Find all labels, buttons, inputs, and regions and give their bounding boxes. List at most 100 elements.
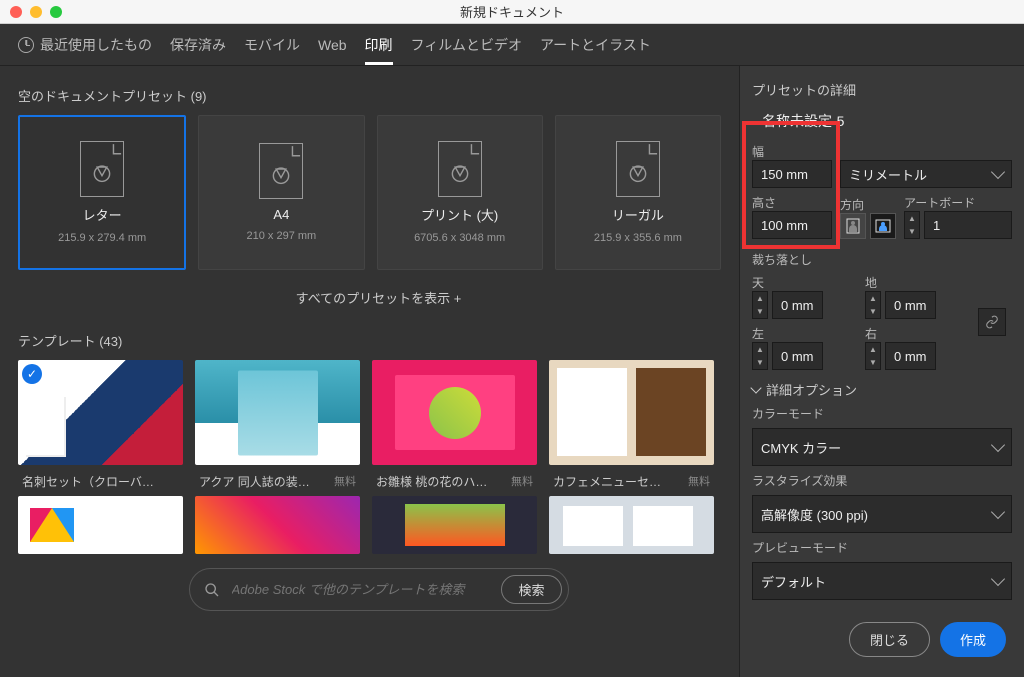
preset-legal-name: リーガル	[612, 205, 664, 224]
tab-film[interactable]: フィルムとビデオ	[411, 24, 522, 65]
stepper-up[interactable]: ▲	[753, 343, 767, 356]
template-card[interactable]: アクア 同人誌の装… 無料	[195, 360, 360, 492]
template-price: 無料	[511, 473, 533, 490]
orientation-label: 方向	[840, 196, 896, 213]
preview-label: プレビューモード	[752, 539, 1012, 556]
tab-print[interactable]: 印刷	[365, 24, 393, 65]
preset-a4[interactable]: A4 210 x 297 mm	[198, 115, 364, 270]
bleed-top-label: 天	[752, 274, 857, 291]
orientation-portrait-button[interactable]	[840, 213, 866, 239]
template-thumbnail	[195, 360, 360, 465]
preset-a4-dims: 210 x 297 mm	[247, 230, 317, 242]
stepper-down[interactable]: ▼	[866, 305, 880, 318]
preset-details-pane: プリセットの詳細 名称未設定-5 幅 150 mm ミリメートル 高さ 100 …	[739, 66, 1024, 677]
bleed-left-input[interactable]: 0 mm	[772, 342, 823, 370]
tab-recent[interactable]: 最近使用したもの	[18, 24, 152, 65]
stepper-down[interactable]: ▼	[866, 356, 880, 369]
preset-a4-name: A4	[273, 207, 289, 222]
advanced-options-toggle[interactable]: 詳細オプション	[752, 376, 1012, 399]
color-mode-select[interactable]: CMYK カラー	[752, 428, 1012, 466]
stepper-up[interactable]: ▲	[866, 292, 880, 305]
raster-label: ラスタライズ効果	[752, 472, 1012, 489]
template-price: 無料	[334, 473, 356, 490]
template-thumbnail	[372, 496, 537, 554]
artboard-label: アートボード	[904, 194, 1012, 211]
stepper-up[interactable]: ▲	[753, 292, 767, 305]
details-heading: プリセットの詳細	[752, 76, 1012, 105]
window-title: 新規ドキュメント	[0, 2, 1024, 21]
template-thumbnail: ✓	[18, 360, 183, 465]
preset-legal-dims: 215.9 x 355.6 mm	[594, 232, 682, 244]
chevron-down-icon	[750, 382, 761, 393]
category-tabs: 最近使用したもの 保存済み モバイル Web 印刷 フィルムとビデオ アートとイ…	[0, 24, 1024, 66]
raster-select[interactable]: 高解像度 (300 ppi)	[752, 495, 1012, 533]
tab-saved[interactable]: 保存済み	[170, 24, 226, 65]
stepper-down[interactable]: ▼	[753, 356, 767, 369]
template-name: アクア 同人誌の装…	[199, 473, 310, 490]
bleed-heading: 裁ち落とし	[752, 251, 1012, 268]
chevron-down-icon	[991, 572, 1005, 586]
tab-recent-label: 最近使用したもの	[40, 35, 152, 55]
link-bleed-button[interactable]	[978, 308, 1006, 336]
preset-letter-dims: 215.9 x 279.4 mm	[58, 232, 146, 244]
title-bar: 新規ドキュメント	[0, 0, 1024, 24]
unit-value: ミリメートル	[849, 165, 927, 184]
document-icon	[259, 143, 303, 199]
template-name: お雛様 桃の花のハ…	[376, 473, 487, 490]
preview-select[interactable]: デフォルト	[752, 562, 1012, 600]
view-all-presets-button[interactable]: すべてのプリセットを表示 +	[18, 270, 739, 325]
tab-mobile[interactable]: モバイル	[244, 24, 300, 65]
document-name[interactable]: 名称未設定-5	[762, 111, 844, 131]
template-card[interactable]: カフェメニューセ… 無料	[549, 360, 714, 492]
template-thumbnail	[195, 496, 360, 554]
stepper-up[interactable]: ▲	[905, 212, 919, 225]
bleed-bottom-input[interactable]: 0 mm	[885, 291, 936, 319]
artboard-input[interactable]: 1	[924, 211, 1012, 239]
height-label: 高さ	[752, 194, 832, 211]
bleed-right-input[interactable]: 0 mm	[885, 342, 936, 370]
preset-legal[interactable]: リーガル 215.9 x 355.6 mm	[555, 115, 721, 270]
chevron-down-icon	[991, 438, 1005, 452]
height-input[interactable]: 100 mm	[752, 211, 832, 239]
document-icon	[616, 141, 660, 197]
templates-heading: テンプレート (43)	[18, 331, 739, 350]
chevron-down-icon	[991, 165, 1005, 179]
bleed-right-label: 右	[865, 325, 970, 342]
preset-print-large[interactable]: プリント (大) 6705.6 x 3048 mm	[377, 115, 543, 270]
template-thumbnail	[549, 496, 714, 554]
template-price: 無料	[688, 473, 710, 490]
create-button[interactable]: 作成	[940, 622, 1006, 657]
preset-letter[interactable]: レター 215.9 x 279.4 mm	[18, 115, 186, 270]
template-card[interactable]: ✓ 名刺セット（クローバ…	[18, 360, 183, 492]
search-bar: 検索	[18, 554, 739, 621]
stepper-down[interactable]: ▼	[753, 305, 767, 318]
template-thumbnail	[372, 360, 537, 465]
tab-web[interactable]: Web	[318, 24, 347, 65]
stepper-up[interactable]: ▲	[866, 343, 880, 356]
template-name: カフェメニューセ…	[553, 473, 661, 490]
template-card[interactable]	[549, 496, 714, 554]
search-input[interactable]	[232, 582, 490, 597]
search-button[interactable]: 検索	[501, 575, 561, 604]
template-card[interactable]: お雛様 桃の花のハ… 無料	[372, 360, 537, 492]
template-card[interactable]	[195, 496, 360, 554]
color-mode-label: カラーモード	[752, 405, 1012, 422]
blank-presets-heading: 空のドキュメントプリセット (9)	[18, 86, 739, 105]
presets-pane: 空のドキュメントプリセット (9) レター 215.9 x 279.4 mm A…	[0, 66, 739, 677]
bleed-top-input[interactable]: 0 mm	[772, 291, 823, 319]
width-label: 幅	[752, 143, 832, 160]
unit-select[interactable]: ミリメートル	[840, 160, 1012, 188]
tab-art[interactable]: アートとイラスト	[540, 24, 651, 65]
template-card[interactable]	[18, 496, 183, 554]
chevron-down-icon	[991, 505, 1005, 519]
bleed-left-label: 左	[752, 325, 857, 342]
width-input[interactable]: 150 mm	[752, 160, 832, 188]
bleed-bottom-label: 地	[865, 274, 970, 291]
template-name: 名刺セット（クローバ…	[22, 473, 154, 490]
search-icon	[204, 582, 220, 598]
close-button[interactable]: 閉じる	[849, 622, 930, 657]
recent-icon	[18, 37, 34, 53]
template-card[interactable]	[372, 496, 537, 554]
stepper-down[interactable]: ▼	[905, 225, 919, 238]
orientation-landscape-button[interactable]	[870, 213, 896, 239]
